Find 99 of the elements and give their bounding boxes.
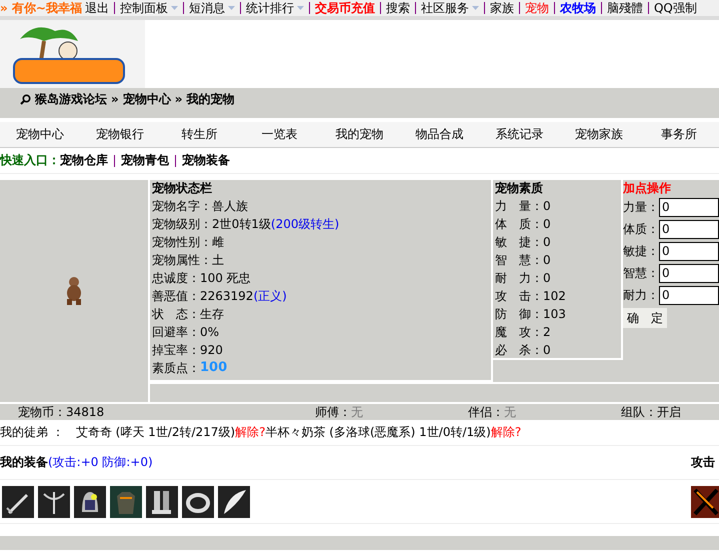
nav-link[interactable]: QQ强制	[654, 0, 697, 16]
attribute-text: 力 量：0	[495, 198, 552, 215]
tab[interactable]: 我的宠物	[320, 127, 400, 142]
status-link[interactable]: (正义)	[253, 288, 287, 304]
input-field[interactable]: 0	[659, 242, 719, 260]
wing-icon[interactable]	[218, 486, 250, 518]
status-label: 状 态：	[152, 306, 200, 322]
attribute-text: 攻 击：102	[495, 288, 567, 305]
info-value: 开启	[657, 404, 681, 420]
nav-link[interactable]: 搜索	[386, 0, 410, 16]
status-value: 2世0转1级	[212, 216, 271, 232]
status-label: 宠物性别：	[152, 234, 212, 250]
field-label: 力量：	[623, 200, 659, 214]
equipment-stats: (攻击:+0 防御:+0)	[48, 455, 153, 470]
input-field[interactable]: 0	[659, 198, 719, 216]
field-label: 体质：	[623, 222, 659, 236]
nav-link[interactable]: 控制面板	[120, 0, 178, 16]
nav-link[interactable]: 农牧场	[560, 0, 596, 16]
quick-link[interactable]: 宠物装备	[182, 153, 230, 168]
field-label: 耐力：	[623, 288, 659, 302]
info-label: 伴侣：	[468, 404, 504, 420]
attribute-text: 魔 攻：2	[495, 324, 552, 341]
tab[interactable]: 宠物银行	[80, 127, 160, 142]
status-label: 宠物级别：	[152, 216, 212, 232]
search-icon	[20, 94, 31, 105]
tab[interactable]: 宠物家族	[559, 127, 640, 142]
status-label: 掉宝率：	[152, 342, 200, 358]
status-value: 土	[212, 252, 224, 268]
status-link[interactable]: (200级转生)	[270, 216, 340, 232]
input-field[interactable]: 0	[659, 286, 719, 304]
info-label: 组队：	[621, 404, 657, 420]
status-value: 兽人族	[212, 198, 248, 214]
tab[interactable]: 宠物中心	[0, 127, 80, 142]
tab[interactable]: 一览表	[240, 127, 320, 142]
release-link[interactable]: 解除?	[490, 425, 522, 440]
tab[interactable]: 转生所	[160, 127, 240, 142]
status-label: 宠物名字：	[152, 198, 212, 214]
breadcrumb-separator: »	[174, 92, 183, 107]
info-value: 34818	[66, 404, 104, 420]
status-value: 生存	[200, 306, 224, 322]
info-value: 无	[351, 404, 363, 420]
disciples-label: 我的徒弟 ：	[0, 425, 64, 440]
panel-title: 宠物状态栏	[152, 180, 213, 197]
breadcrumb-separator: »	[111, 92, 119, 107]
status-label: 素质点：	[152, 360, 200, 376]
boots-icon[interactable]	[146, 486, 178, 518]
panel-title: 加点操作	[623, 180, 672, 196]
tab[interactable]: 系统记录	[479, 127, 560, 142]
helmet-icon[interactable]	[74, 486, 106, 518]
armor-icon[interactable]	[110, 486, 142, 518]
sword-icon[interactable]	[2, 486, 34, 518]
status-label: 回避率：	[152, 324, 200, 340]
status-value: 0%	[200, 324, 220, 340]
status-value: 100	[200, 360, 228, 376]
attribute-text: 必 杀：0	[495, 342, 552, 359]
breadcrumb-link[interactable]: 我的宠物	[186, 92, 235, 107]
input-field[interactable]: 0	[659, 220, 719, 238]
status-label: 宠物属性：	[152, 252, 212, 268]
ring-icon[interactable]	[182, 486, 214, 518]
disciple-text: 半杯々奶茶 (多洛球(恶魔系) 1世/0转/1级)	[265, 425, 491, 440]
disciple-text: 艾奇奇 (哮天 1世/2转/217级)	[76, 425, 236, 440]
nav-link[interactable]: 退出	[84, 0, 109, 16]
quick-link[interactable]: 宠物仓库	[60, 153, 108, 168]
breadcrumb-link[interactable]: 宠物中心	[122, 92, 171, 107]
input-field[interactable]: 0	[659, 264, 719, 282]
status-label: 善恶值：	[152, 288, 200, 304]
breadcrumb-link[interactable]: 猴岛游戏论坛	[35, 92, 107, 107]
nav-link[interactable]: 短消息	[188, 0, 235, 16]
tab[interactable]: 事务所	[639, 127, 719, 142]
crossed-out-icon[interactable]	[691, 486, 719, 518]
attribute-text: 智 慧：0	[495, 252, 552, 269]
status-value: 100 死忠	[200, 270, 251, 286]
nav-link[interactable]: 家族	[490, 0, 514, 16]
status-value: 雌	[212, 234, 224, 250]
confirm-button[interactable]: 确 定	[623, 308, 667, 328]
nav-link[interactable]: 社区服务	[420, 0, 479, 16]
tab[interactable]: 物品合成	[399, 127, 480, 142]
attribute-text: 防 御：103	[495, 306, 567, 323]
crossbow-icon[interactable]	[38, 486, 70, 518]
attribute-text: 敏 捷：0	[495, 234, 552, 251]
nav-link[interactable]: 宠物	[524, 0, 549, 16]
info-label: 宠物币：	[18, 404, 66, 420]
status-value: 2263192	[200, 288, 254, 304]
status-label: 忠诚度：	[152, 270, 200, 286]
nav-link[interactable]: 统计排行	[246, 0, 304, 16]
nav-link[interactable]: 交易币充值	[314, 0, 375, 16]
field-label: 智慧：	[623, 266, 659, 280]
status-value: 920	[200, 342, 223, 358]
release-link[interactable]: 解除?	[235, 425, 266, 440]
field-label: 敏捷：	[623, 244, 659, 258]
quick-link[interactable]: 宠物青包	[121, 153, 169, 168]
info-value: 无	[504, 404, 516, 420]
nav-link[interactable]: 脑殘體	[606, 0, 643, 16]
attribute-text: 体 质：0	[495, 216, 552, 233]
info-label: 师傅：	[315, 404, 351, 420]
equipment-title: 我的装备	[0, 455, 48, 470]
panel-title: 宠物素质	[495, 180, 544, 197]
attribute-text: 耐 力：0	[495, 270, 552, 287]
attack-label: 攻击	[691, 455, 716, 470]
